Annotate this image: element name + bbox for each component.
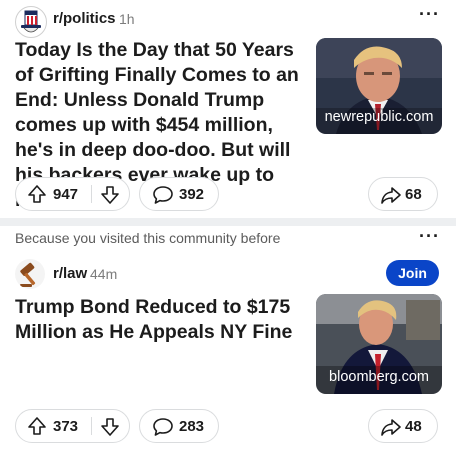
upvote-count: 947 — [53, 186, 79, 203]
vote-divider — [91, 417, 92, 435]
vote-bar: 947 — [15, 177, 130, 211]
downvote-arrow-down-icon[interactable] — [100, 417, 120, 437]
subreddit-name[interactable]: r/law — [53, 265, 87, 282]
share-count: 48 — [405, 418, 422, 435]
link-thumbnail[interactable]: newrepublic.com — [316, 38, 442, 134]
comments-button[interactable]: 392 — [139, 177, 219, 211]
comments-button[interactable]: 283 — [139, 409, 219, 443]
vote-bar: 373 — [15, 409, 130, 443]
share-arrow-icon — [381, 187, 401, 204]
speech-bubble-icon — [153, 186, 173, 204]
share-button[interactable]: 68 — [368, 177, 438, 211]
subreddit-avatar[interactable] — [15, 6, 47, 38]
downvote-arrow-down-icon[interactable] — [100, 185, 120, 205]
more-options-icon[interactable]: ··· — [419, 226, 440, 247]
feed-separator — [0, 218, 456, 226]
link-domain: bloomberg.com — [329, 369, 429, 385]
post-title[interactable]: Trump Bond Reduced to $175 Million as He… — [15, 295, 307, 345]
comment-count: 283 — [179, 418, 205, 435]
share-button[interactable]: 48 — [368, 409, 438, 443]
upvote-arrow-up-icon[interactable] — [27, 184, 47, 204]
recommendation-reason: Because you visited this community befor… — [15, 230, 281, 246]
link-domain: newrepublic.com — [324, 109, 434, 125]
post-age: 44m — [90, 266, 118, 282]
vote-divider — [91, 185, 92, 203]
upvote-arrow-up-icon[interactable] — [27, 416, 47, 436]
share-count: 68 — [405, 186, 422, 203]
post-age: 1h — [119, 11, 135, 27]
uncle-sam-hat-icon — [21, 10, 41, 33]
more-options-icon[interactable]: ··· — [419, 4, 440, 25]
speech-bubble-icon — [153, 418, 173, 436]
join-button[interactable]: Join — [386, 260, 439, 286]
comment-count: 392 — [179, 186, 205, 203]
share-arrow-icon — [381, 419, 401, 436]
post-card[interactable]: r/politics 1h ··· Today Is the Day that … — [0, 0, 456, 218]
upvote-count: 373 — [53, 418, 79, 435]
gavel-icon — [20, 262, 36, 287]
subreddit-name[interactable]: r/politics — [53, 10, 116, 27]
post-card[interactable]: Because you visited this community befor… — [0, 226, 456, 450]
link-thumbnail[interactable]: bloomberg.com — [316, 294, 442, 394]
subreddit-avatar[interactable] — [15, 259, 45, 289]
